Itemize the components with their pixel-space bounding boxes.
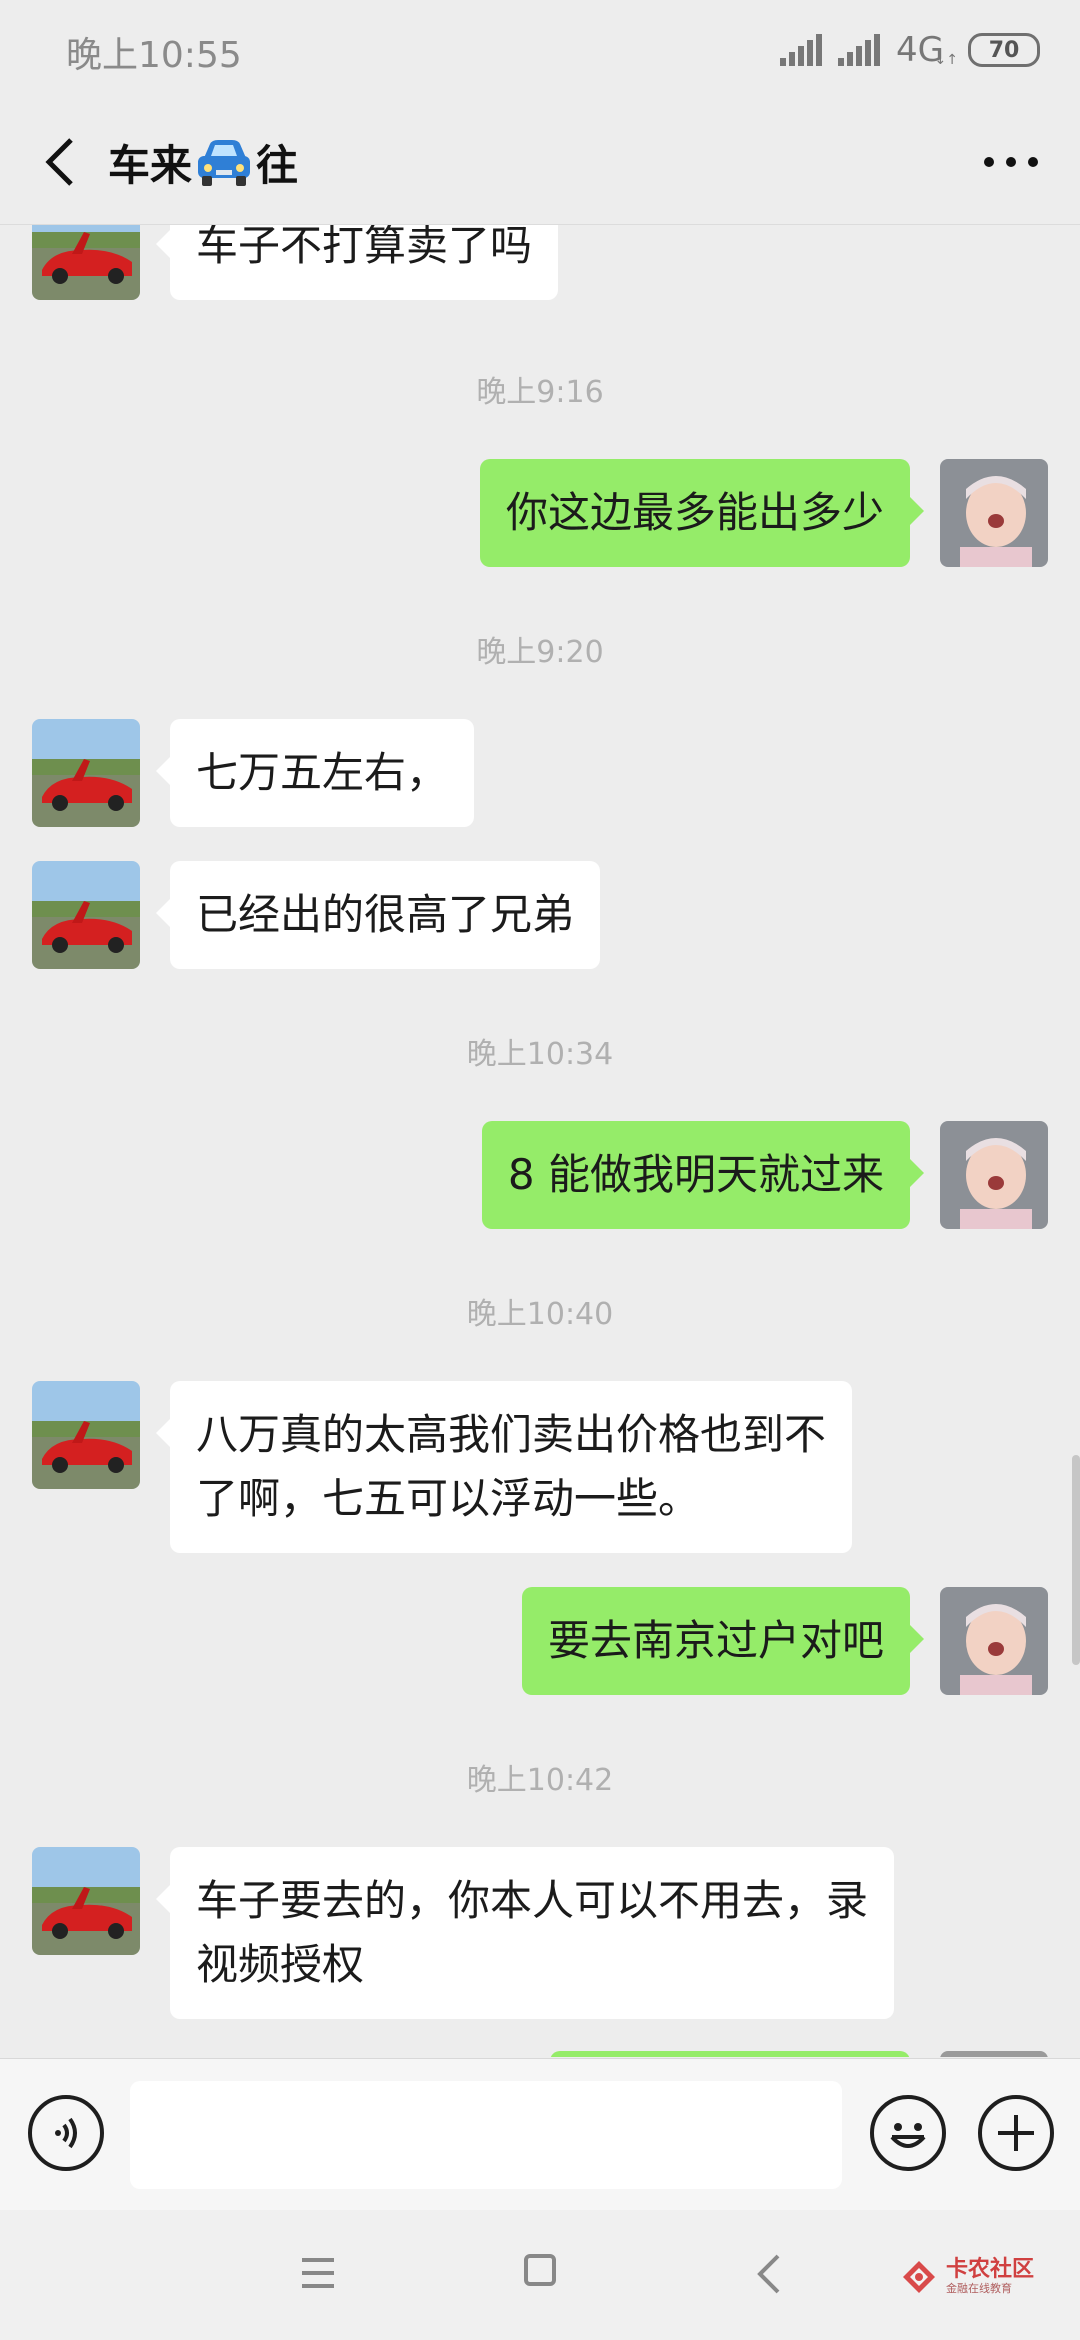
my-avatar[interactable] xyxy=(940,1121,1048,1229)
emoji-icon xyxy=(890,2123,926,2148)
my-avatar[interactable] xyxy=(940,1587,1048,1695)
watermark: 卡农社区 金融在线教育 xyxy=(900,2252,1034,2302)
contact-avatar[interactable] xyxy=(32,225,140,300)
message-row: 8 能做我明天就过来 xyxy=(0,1121,1080,1231)
back-icon[interactable] xyxy=(754,2252,784,2296)
scrollbar-thumb[interactable] xyxy=(1072,1455,1080,1665)
status-bar: 晚上10:55 4G ↓↑ 70 xyxy=(0,0,1080,100)
chat-title: 车来 往 xyxy=(108,130,298,194)
my-avatar[interactable] xyxy=(940,459,1048,567)
message-input[interactable] xyxy=(130,2081,842,2189)
message-row: 七万五左右， xyxy=(0,719,1080,829)
home-icon[interactable] xyxy=(524,2254,556,2286)
message-bubble-incoming[interactable]: 车子不打算卖了吗 xyxy=(155,225,559,300)
watermark-subtitle: 金融在线教育 xyxy=(946,2282,1012,2295)
contact-avatar[interactable] xyxy=(32,861,140,969)
message-timestamp: 晚上10:34 xyxy=(466,1037,614,1072)
message-row: 车子不打算卖了吗 xyxy=(0,225,1080,312)
plus-icon xyxy=(998,2115,1034,2151)
car-emoji-icon xyxy=(198,140,251,186)
back-button[interactable] xyxy=(30,130,90,194)
emoji-button[interactable] xyxy=(870,2095,946,2171)
chat-header: 车来 往 xyxy=(0,100,1080,225)
more-functions-button[interactable] xyxy=(978,2095,1054,2171)
watermark-title: 卡农社区 xyxy=(946,2257,1035,2282)
menu-icon[interactable] xyxy=(300,2256,336,2290)
message-bubble-incoming[interactable]: 七万五左右， xyxy=(155,719,475,827)
signal-icon xyxy=(780,34,824,66)
message-bubble-incoming[interactable]: 车子要去的，你本人可以不用去，录 视频授权 xyxy=(155,1847,895,2019)
battery-level: 70 xyxy=(988,37,1020,63)
message-bubble-incoming[interactable]: 八万真的太高我们卖出价格也到不 了啊，七五可以浮动一些。 xyxy=(155,1381,853,1553)
message-timestamp: 晚上9:16 xyxy=(476,375,604,410)
message-row: 已经出的很高了兄弟 xyxy=(0,861,1080,971)
message-row: 你这边最多能出多少 xyxy=(0,459,1080,569)
chat-title-part: 车来 xyxy=(108,140,193,190)
more-dots-icon xyxy=(984,157,1038,167)
voice-icon xyxy=(55,2117,77,2149)
message-row: 要去南京过户对吧 xyxy=(0,1587,1080,1697)
message-timestamp: 晚上10:40 xyxy=(466,1297,614,1332)
network-label: 4G ↓↑ xyxy=(896,30,958,70)
message-bubble-outgoing[interactable]: 8 能做我明天就过来 xyxy=(481,1121,925,1229)
battery-icon: 70 xyxy=(968,33,1040,67)
chevron-left-icon xyxy=(45,138,73,186)
message-bubble-outgoing[interactable]: 要去南京过户对吧 xyxy=(521,1587,925,1695)
message-list[interactable]: 车子不打算卖了吗 晚上9:16 你这边最多能出多少 晚上9:20 七万五左右， … xyxy=(0,225,1080,2057)
chat-title-part: 往 xyxy=(256,140,299,190)
watermark-logo-icon xyxy=(903,2261,935,2293)
message-timestamp: 晚上9:20 xyxy=(476,635,604,670)
status-icons: 4G ↓↑ 70 xyxy=(780,30,1040,70)
message-timestamp: 晚上10:42 xyxy=(466,1763,614,1798)
message-row: 车子要去的，你本人可以不用去，录 视频授权 xyxy=(0,1847,1080,2027)
voice-button[interactable] xyxy=(28,2095,104,2171)
input-bar xyxy=(0,2058,1080,2211)
status-time: 晚上10:55 xyxy=(66,35,242,76)
my-avatar-partial[interactable] xyxy=(940,2051,1048,2057)
contact-avatar[interactable] xyxy=(32,719,140,827)
system-nav-bar: 卡农社区 金融在线教育 xyxy=(0,2210,1080,2340)
message-row: 八万真的太高我们卖出价格也到不 了啊，七五可以浮动一些。 xyxy=(0,1381,1080,1561)
message-bubble-outgoing[interactable]: 你这边最多能出多少 xyxy=(479,459,925,567)
contact-avatar[interactable] xyxy=(32,1847,140,1955)
signal-icon xyxy=(838,34,882,66)
contact-avatar[interactable] xyxy=(32,1381,140,1489)
more-button[interactable] xyxy=(976,134,1046,190)
message-bubble-incoming[interactable]: 已经出的很高了兄弟 xyxy=(155,861,601,969)
message-bubble-outgoing-partial[interactable] xyxy=(550,2051,910,2057)
